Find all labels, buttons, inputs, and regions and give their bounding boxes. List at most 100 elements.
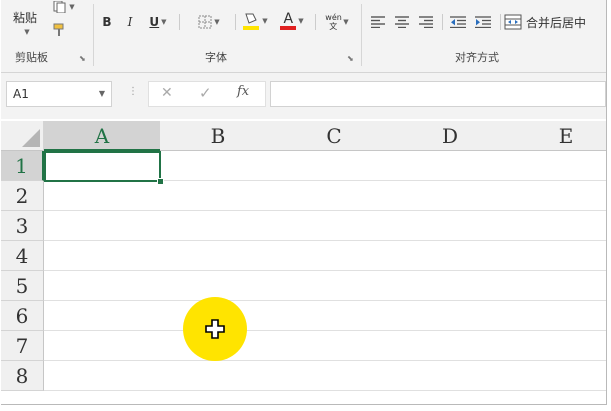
increase-indent-icon: [475, 16, 491, 28]
column-header-e[interactable]: E: [508, 121, 606, 151]
column-header-b[interactable]: B: [160, 121, 277, 151]
row-header-4[interactable]: 4: [1, 241, 44, 271]
cell-c8[interactable]: [276, 361, 393, 391]
cell-c1[interactable]: [276, 151, 393, 181]
cell-e2[interactable]: [508, 181, 606, 211]
formula-buttons: ✕ ✓ fx: [148, 81, 266, 107]
cell-b3[interactable]: [160, 211, 277, 241]
paste-dropdown[interactable]: ▼: [19, 27, 33, 37]
font-color-bar: [280, 26, 297, 30]
bold-button[interactable]: B: [99, 12, 115, 32]
column-header-c[interactable]: C: [276, 121, 393, 151]
select-all-button[interactable]: [1, 121, 44, 151]
decrease-indent-button[interactable]: [447, 12, 469, 32]
cell-b4[interactable]: [160, 241, 277, 271]
merge-center-button[interactable]: 合并后居中: [504, 10, 604, 34]
cell-c4[interactable]: [276, 241, 393, 271]
format-painter-button[interactable]: [49, 20, 71, 40]
chevron-down-icon: ▼: [214, 18, 220, 26]
cell-a4[interactable]: [44, 241, 161, 271]
select-all-icon: [22, 129, 40, 147]
insert-function-icon[interactable]: fx: [237, 84, 249, 99]
cell-d6[interactable]: [392, 301, 509, 331]
fill-color-button[interactable]: ▼: [239, 10, 271, 32]
cell-d3[interactable]: [392, 211, 509, 241]
cell-e3[interactable]: [508, 211, 606, 241]
enter-check-icon[interactable]: ✓: [199, 84, 212, 102]
chevron-down-icon: ▼: [69, 3, 75, 11]
cell-c3[interactable]: [276, 211, 393, 241]
cell-d1[interactable]: [392, 151, 509, 181]
phonetic-guide-button[interactable]: wén 文 ▼: [321, 10, 353, 34]
font-color-glyph: A: [283, 11, 294, 27]
cell-b2[interactable]: [160, 181, 277, 211]
cell-a6[interactable]: [44, 301, 161, 331]
cell-a3[interactable]: [44, 211, 161, 241]
chevron-down-icon: ▼: [161, 18, 167, 26]
row-header-7[interactable]: 7: [1, 331, 44, 361]
row-header-8[interactable]: 8: [1, 361, 44, 391]
align-center-button[interactable]: [392, 12, 412, 32]
cell-e7[interactable]: [508, 331, 606, 361]
font-color-button[interactable]: A ▼: [277, 10, 307, 32]
chevron-down-icon: ▼: [298, 17, 304, 25]
cell-e1[interactable]: [508, 151, 606, 181]
cancel-icon[interactable]: ✕: [161, 85, 173, 101]
alignment-group-label: 对齐方式: [455, 51, 499, 64]
underline-button[interactable]: U ▼: [145, 12, 171, 32]
cell-d8[interactable]: [392, 361, 509, 391]
row-header-2[interactable]: 2: [1, 181, 44, 211]
formula-input[interactable]: [270, 81, 606, 107]
cell-d2[interactable]: [392, 181, 509, 211]
row-header-6[interactable]: 6: [1, 301, 44, 331]
cell-c2[interactable]: [276, 181, 393, 211]
drag-handle-icon[interactable]: ⋮: [128, 86, 138, 97]
cell-a5[interactable]: [44, 271, 161, 301]
align-left-icon: [371, 16, 385, 28]
cell-a7[interactable]: [44, 331, 161, 361]
cell-d7[interactable]: [392, 331, 509, 361]
group-divider: [93, 4, 94, 66]
font-launcher-icon[interactable]: ⬊: [347, 54, 354, 63]
ribbon: 粘贴 ▼ ▼ 剪贴板 ⬊ B I U ▼ ▼ ▼ A ▼ wén 文 ▼ 字体 …: [1, 0, 606, 73]
name-box[interactable]: A1 ▼: [6, 81, 112, 107]
column-header-a[interactable]: A: [44, 121, 161, 151]
cell-e6[interactable]: [508, 301, 606, 331]
merge-center-icon: [504, 14, 522, 30]
italic-button[interactable]: I: [122, 12, 138, 32]
cell-b1[interactable]: [160, 151, 277, 181]
chevron-down-icon: ▼: [262, 17, 268, 25]
cell-b8[interactable]: [160, 361, 277, 391]
align-left-button[interactable]: [368, 12, 388, 32]
cell-e5[interactable]: [508, 271, 606, 301]
row-header-5[interactable]: 5: [1, 271, 44, 301]
underline-label: U: [149, 15, 160, 29]
fill-handle[interactable]: [157, 178, 164, 185]
clipboard-launcher-icon[interactable]: ⬊: [79, 54, 86, 63]
borders-button[interactable]: ▼: [192, 12, 226, 32]
format-painter-icon: [53, 23, 64, 36]
cell-c5[interactable]: [276, 271, 393, 301]
row-header-3[interactable]: 3: [1, 211, 44, 241]
column-header-d[interactable]: D: [392, 121, 509, 151]
align-right-button[interactable]: [416, 12, 436, 32]
phonetic-guide-icon: wén 文: [325, 13, 342, 31]
cell-e4[interactable]: [508, 241, 606, 271]
row-header-1[interactable]: 1: [1, 151, 44, 181]
font-group-label: 字体: [205, 51, 227, 64]
align-right-icon: [419, 16, 433, 28]
clipboard-group-label: 剪贴板: [15, 51, 48, 64]
chevron-down-icon[interactable]: ▼: [99, 82, 105, 106]
fill-color-icon: [243, 13, 260, 30]
increase-indent-button[interactable]: [472, 12, 494, 32]
cell-d5[interactable]: [392, 271, 509, 301]
separator: [498, 12, 502, 32]
cell-c7[interactable]: [276, 331, 393, 361]
paste-button[interactable]: 粘贴: [9, 0, 41, 26]
cell-e8[interactable]: [508, 361, 606, 391]
copy-button[interactable]: ▼: [49, 0, 79, 14]
cell-c6[interactable]: [276, 301, 393, 331]
cell-a8[interactable]: [44, 361, 161, 391]
cell-a2[interactable]: [44, 181, 161, 211]
cell-d4[interactable]: [392, 241, 509, 271]
